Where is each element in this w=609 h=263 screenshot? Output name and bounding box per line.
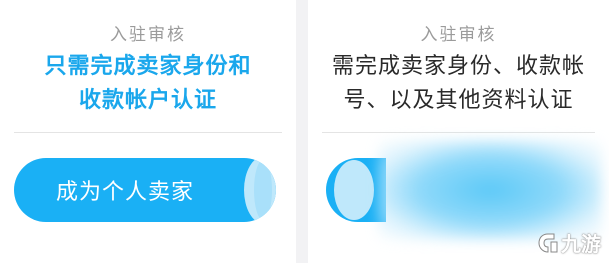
watermark: 九游 — [537, 228, 601, 257]
become-enterprise-seller-button[interactable] — [326, 158, 386, 222]
divider — [322, 132, 595, 133]
panel-gap — [296, 0, 308, 263]
requirement-text: 需完成卖家身份、收款帐 号、以及其他资料认证 — [308, 50, 609, 118]
button-highlight-inner — [254, 160, 272, 220]
blurred-button-area — [378, 140, 602, 240]
button-highlight — [334, 160, 374, 220]
requirement-line-2: 号、以及其他资料认证 — [343, 88, 574, 113]
button-label: 成为个人卖家 — [55, 180, 194, 205]
requirement-line-1: 需完成卖家身份、收款帐 — [331, 54, 585, 79]
requirement-line-2: 收款帐户认证 — [78, 88, 217, 113]
become-individual-seller-button[interactable]: 成为个人卖家 — [14, 158, 276, 222]
divider — [14, 132, 282, 133]
watermark-text: 九游 — [561, 232, 601, 256]
jiuyou-logo-icon — [538, 233, 558, 253]
review-title: 入驻审核 — [420, 25, 497, 45]
review-title: 入驻审核 — [110, 25, 186, 45]
requirement-text: 只需完成卖家身份和 收款帐户认证 — [0, 50, 296, 118]
requirement-line-1: 只需完成卖家身份和 — [44, 54, 252, 79]
individual-seller-panel: 入驻审核 只需完成卖家身份和 收款帐户认证 成为个人卖家 — [0, 0, 296, 263]
